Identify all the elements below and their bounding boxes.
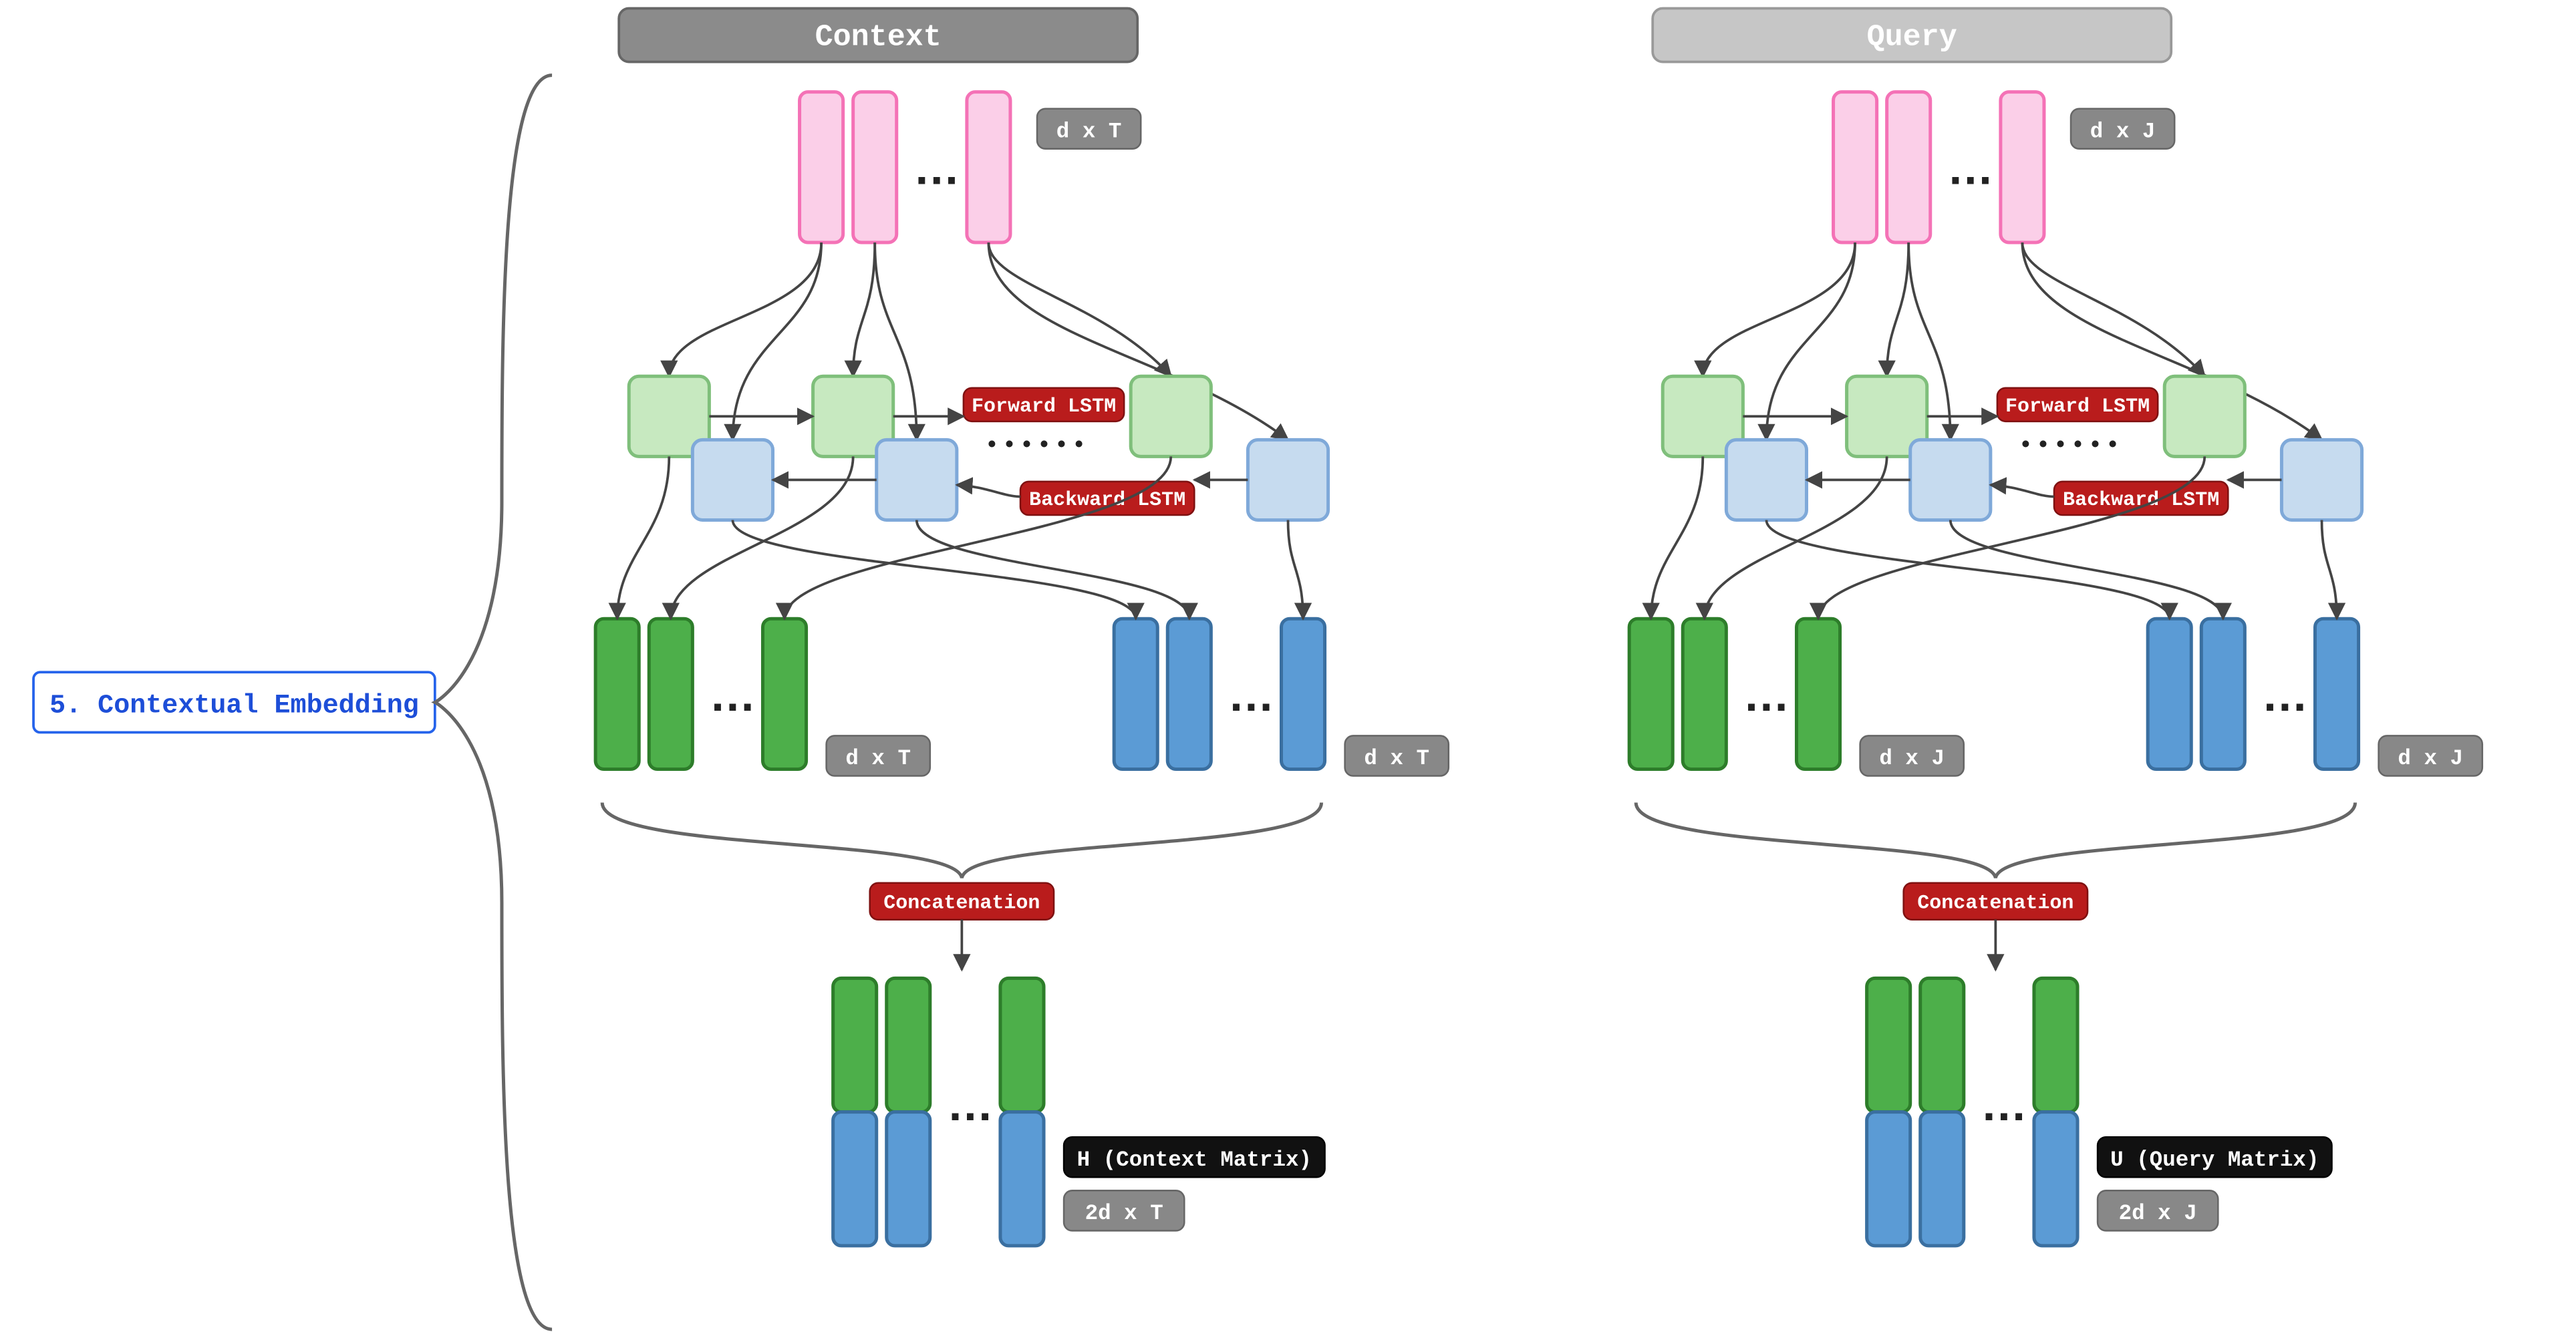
qry-fwd-dim-text: d x J [1879,746,1945,771]
qry-input-dim-text: d x J [2090,119,2156,144]
ctx-outdim-text: 2d x T [1085,1201,1163,1226]
ctx-out-bot-n [1000,1112,1044,1246]
brace-icon [1636,803,2355,878]
qry-out-top-n [2034,978,2078,1112]
qry-input-vec-2 [1887,92,1930,242]
ctx-fwd-dim-text: d x T [845,746,911,771]
ctx-fwd-out-1 [595,619,639,769]
qry-bwd-out-2 [2201,619,2245,769]
qry-input-vec-n [2001,92,2044,242]
ctx-fwd-out-n [762,619,806,769]
ctx-bwd-cell-1 [692,440,772,520]
context-group: Context … d x T Forward LSTM Backward LS… [595,9,1449,1246]
qry-bwd-cell-1 [1726,440,1806,520]
qry-outname-text: U (Query Matrix) [2110,1148,2319,1172]
ellipsis-icon: … [1981,1078,2027,1130]
ctx-fwd-cell-n [1131,376,1211,456]
qry-bwd-dim-text: d x J [2398,746,2463,771]
ctx-input-vec-1 [800,92,843,242]
qry-fwd-cell-n [2164,376,2245,456]
ctx-bwd-dim-text: d x T [1364,746,1429,771]
query-header-text: Query [1867,20,1957,55]
ellipsis-icon: … [2261,669,2308,721]
qry-out-bot-2 [1920,1112,1964,1246]
ctx-out-bot-2 [887,1112,930,1246]
ellipsis-icon: … [1228,669,1274,721]
ctx-input-vec-2 [853,92,897,242]
query-group: Query … d x J Forward LSTM Backward LSTM… [1629,9,2482,1246]
qry-concat-text: Concatenation [1917,892,2073,914]
qry-bwd-out-n [2315,619,2358,769]
qry-fwd-out-2 [1683,619,1726,769]
ellipsis-icon: … [947,1078,994,1130]
diagram-root: 5. Contextual Embedding Context … d x T … [0,0,2576,1338]
ctx-concat-text: Concatenation [883,892,1040,914]
ctx-out-bot-1 [833,1112,877,1246]
ctx-fwd-out-2 [649,619,692,769]
qry-out-top-1 [1867,978,1910,1112]
ellipsis-icon: •••••• [985,432,1089,459]
qry-fwd-lstm-text: Forward LSTM [2005,395,2150,418]
qry-outdim-text: 2d x J [2119,1201,2197,1226]
ctx-bwd-out-2 [1167,619,1211,769]
ellipsis-icon: … [1743,669,1790,721]
qry-input-vec-1 [1834,92,1877,242]
ctx-fwd-lstm-text: Forward LSTM [972,395,1116,418]
ellipsis-icon: … [709,669,756,721]
ctx-bwd-cell-2 [877,440,957,520]
ctx-bwd-out-1 [1114,619,1157,769]
ctx-input-dim-text: d x T [1056,119,1122,144]
brace-icon [435,75,552,1329]
qry-bwd-cell-n [2281,440,2362,520]
ctx-bwd-lstm-text: Backward LSTM [1029,489,1185,512]
qry-fwd-out-n [1796,619,1840,769]
qry-bwd-cell-2 [1910,440,1991,520]
side-label-text: 5. Contextual Embedding [49,691,419,721]
ellipsis-icon: … [913,142,960,194]
brace-icon [602,803,1321,878]
ellipsis-icon: … [1947,142,1994,194]
qry-fwd-out-1 [1629,619,1673,769]
qry-out-top-2 [1920,978,1964,1112]
ctx-out-top-1 [833,978,877,1112]
qry-bwd-lstm-text: Backward LSTM [2063,489,2219,512]
ctx-bwd-cell-n [1248,440,1328,520]
ellipsis-icon: •••••• [2019,432,2123,459]
ctx-input-vec-n [967,92,1010,242]
qry-out-bot-n [2034,1112,2078,1246]
qry-out-bot-1 [1867,1112,1910,1246]
ctx-outname-text: H (Context Matrix) [1077,1148,1312,1172]
ctx-out-top-n [1000,978,1044,1112]
context-header-text: Context [815,20,942,55]
ctx-bwd-out-n [1281,619,1324,769]
qry-bwd-out-1 [2148,619,2191,769]
ctx-out-top-2 [887,978,930,1112]
